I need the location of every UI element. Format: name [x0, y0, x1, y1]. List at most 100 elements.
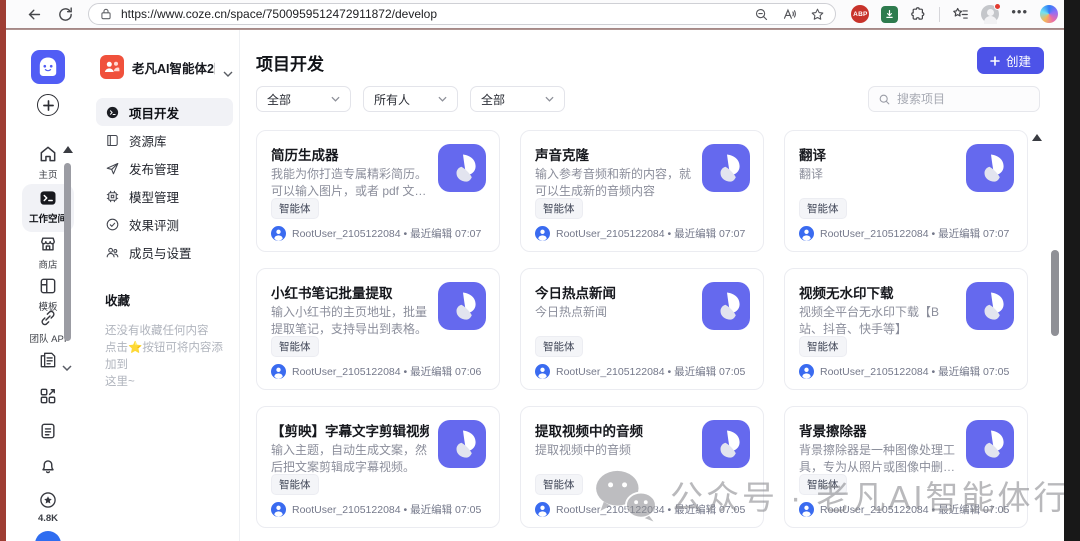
sidebar-item-label: 效果评测 [129, 218, 180, 233]
library-docs-icon [38, 350, 58, 370]
rail-item-store[interactable]: 商店 [6, 234, 90, 271]
content-scroll-up-arrow[interactable] [1032, 134, 1042, 141]
chevron-down-icon [223, 64, 233, 77]
user-avatar[interactable] [35, 531, 61, 541]
coze-logo[interactable] [31, 50, 65, 84]
rail-item-home[interactable]: 主页 [6, 144, 90, 181]
project-card[interactable]: 视频无水印下载 视频全平台无水印下载【B站、抖音、快手等】 智能体 RootUs… [784, 268, 1028, 390]
agent-type-badge: 智能体 [535, 474, 583, 495]
agent-type-badge: 智能体 [535, 336, 583, 357]
filter-bar: 全部 所有人 全部 [256, 86, 565, 112]
rail-scroll-up-arrow[interactable] [63, 146, 73, 153]
sidebar-item-evaluation[interactable]: 效果评测 [96, 210, 233, 238]
template-layout-icon [38, 276, 58, 296]
left-edge-strip [0, 0, 6, 541]
project-meta: RootUser_2105122084 • 最近编辑 07:05 [799, 502, 1009, 517]
refresh-icon[interactable] [57, 6, 74, 23]
plus-icon [990, 55, 1000, 66]
bookmark-star-icon[interactable] [810, 7, 825, 22]
favorites-empty-text: 还没有收藏任何内容 点击⭐按钮可将内容添加到 这里~ [105, 325, 223, 388]
browser-menu-icon[interactable]: ••• [1011, 5, 1028, 24]
filter-status-dropdown[interactable]: 全部 [470, 86, 565, 112]
project-description: 输入参考音频和新的内容，就可以生成新的音频内容 [535, 167, 692, 198]
rail-item-apps[interactable] [6, 386, 90, 406]
rail-item-notifications[interactable] [6, 456, 90, 476]
screen: https://www.coze.cn/space/75009595124729… [0, 0, 1080, 541]
extensions-puzzle-icon[interactable] [910, 6, 927, 23]
project-meta: RootUser_2105122084 • 最近编辑 07:05 [271, 502, 481, 517]
site-security-icon[interactable] [99, 7, 113, 21]
workspace-sidebar: 老凡AI智能体2团 项目开发 资源库 发布管理 模型管理 [90, 30, 240, 541]
favorites-bar-icon[interactable] [952, 6, 969, 23]
agent-type-badge: 智能体 [535, 198, 583, 219]
project-card[interactable]: 翻译 翻译 智能体 RootUser_2105122084 • 最近编辑 07:… [784, 130, 1028, 252]
read-aloud-icon[interactable] [782, 7, 797, 22]
notification-dot [994, 3, 1002, 10]
owner-avatar [799, 502, 814, 517]
green-extension-icon[interactable] [881, 5, 899, 23]
favorites-section: 收藏 还没有收藏任何内容 点击⭐按钮可将内容添加到 这里~ [105, 290, 231, 391]
rail-item-library[interactable] [6, 350, 90, 370]
storefront-icon [38, 234, 58, 254]
content-scrollbar[interactable] [1051, 250, 1059, 336]
rail-add-button[interactable] [37, 94, 59, 116]
project-card[interactable]: 今日热点新闻 今日热点新闻 智能体 RootUser_2105122084 • … [520, 268, 764, 390]
sidebar-item-label: 项目开发 [129, 106, 180, 121]
owner-avatar [535, 226, 550, 241]
rail-collapse-chevron-icon[interactable] [62, 358, 72, 372]
sidebar-item-members[interactable]: 成员与设置 [96, 238, 233, 266]
project-meta-text: RootUser_2105122084 • 最近编辑 07:07 [556, 228, 746, 240]
rail-item-credits[interactable]: 4.8K [6, 490, 90, 524]
star-circle-icon [38, 490, 58, 510]
sidebar-item-label: 发布管理 [129, 162, 180, 177]
project-icon [966, 420, 1014, 468]
url-text[interactable]: https://www.coze.cn/space/75009595124729… [121, 7, 741, 21]
project-title: 背景擦除器 [799, 424, 867, 439]
rail-item-workspace[interactable]: 工作空间 [6, 188, 90, 225]
browser-profile-avatar[interactable] [981, 3, 1002, 24]
terminal-icon [38, 188, 58, 208]
back-icon[interactable] [26, 6, 43, 23]
owner-avatar [799, 364, 814, 379]
project-icon [438, 144, 486, 192]
agent-type-badge: 智能体 [799, 198, 847, 219]
document-icon [38, 421, 58, 441]
window-top-edge [0, 28, 1080, 30]
project-card[interactable]: 【剪映】字幕文字剪辑视频 输入主题，自动生成文案，然后把文案剪辑成字幕视频。 智… [256, 406, 500, 528]
zoom-out-icon[interactable] [754, 7, 769, 22]
rail-item-team-api[interactable]: 团队 API [6, 308, 90, 345]
copilot-icon[interactable] [1040, 5, 1058, 23]
owner-avatar [271, 226, 286, 241]
project-icon [966, 282, 1014, 330]
adblock-extension-icon[interactable]: ABP [851, 5, 870, 23]
sidebar-item-models[interactable]: 模型管理 [96, 182, 233, 210]
create-button[interactable]: 创建 [976, 47, 1044, 74]
project-meta-text: RootUser_2105122084 • 最近编辑 07:05 [292, 504, 482, 516]
sidebar-item-develop[interactable]: 项目开发 [96, 98, 233, 126]
project-card[interactable]: 声音克隆 输入参考音频和新的内容，就可以生成新的音频内容 智能体 RootUse… [520, 130, 764, 252]
rail-item-docs[interactable] [6, 421, 90, 441]
url-bar[interactable]: https://www.coze.cn/space/75009595124729… [88, 3, 836, 25]
filter-type-dropdown[interactable]: 全部 [256, 86, 351, 112]
project-icon [702, 282, 750, 330]
project-card[interactable]: 小红书笔记批量提取 输入小红书的主页地址，批量提取笔记，支持导出到表格。 智能体… [256, 268, 500, 390]
project-card[interactable]: 提取视频中的音频 提取视频中的音频 智能体 RootUser_210512208… [520, 406, 764, 528]
sidebar-menu: 项目开发 资源库 发布管理 模型管理 效果评测 成员与设置 [96, 98, 233, 266]
search-input[interactable] [897, 92, 1030, 106]
project-meta-text: RootUser_2105122084 • 最近编辑 07:05 [820, 504, 1010, 516]
project-card[interactable]: 背景擦除器 背景擦除器是一种图像处理工具，专为从照片或图像中删除… 智能体 Ro… [784, 406, 1028, 528]
project-title: 声音克隆 [535, 148, 589, 163]
chevron-down-icon [331, 96, 340, 102]
chevron-down-icon [545, 96, 554, 102]
rail-scrollbar[interactable] [64, 163, 71, 341]
project-card[interactable]: 简历生成器 我能为你打造专属精彩简历。可以输入图片，或者 pdf 文件作… 智能… [256, 130, 500, 252]
project-meta-text: RootUser_2105122084 • 最近编辑 07:05 [556, 366, 746, 378]
model-chip-icon [105, 189, 120, 204]
filter-owner-dropdown[interactable]: 所有人 [363, 86, 458, 112]
evaluation-icon [105, 217, 120, 232]
workspace-switcher[interactable]: 老凡AI智能体2团 [100, 53, 233, 81]
sidebar-item-publish[interactable]: 发布管理 [96, 154, 233, 182]
agent-type-badge: 智能体 [799, 474, 847, 495]
sidebar-item-resources[interactable]: 资源库 [96, 126, 233, 154]
project-meta-text: RootUser_2105122084 • 最近编辑 07:07 [820, 228, 1010, 240]
